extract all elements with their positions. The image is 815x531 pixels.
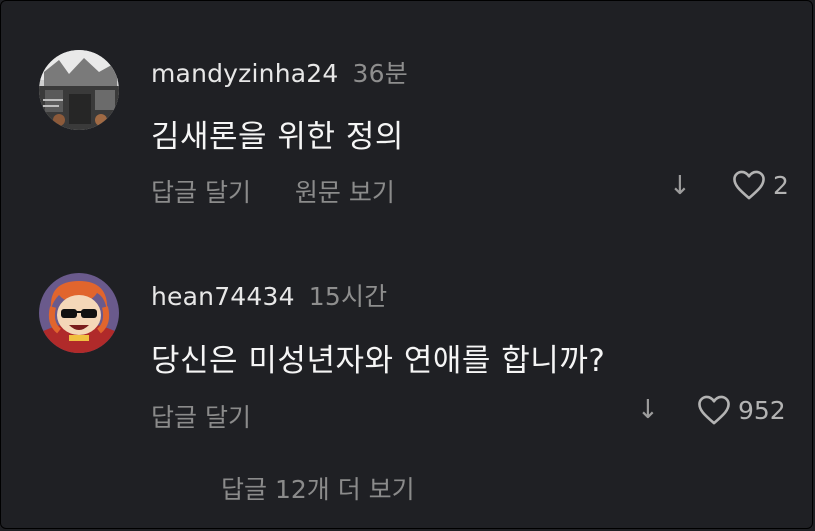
reply-button[interactable]: 답글 달기	[151, 403, 251, 432]
like-button[interactable]: 952	[696, 394, 786, 426]
comment-text: 김새론을 위한 정의	[151, 119, 404, 155]
like-count: 2	[773, 170, 789, 200]
like-button[interactable]: 2	[731, 169, 789, 201]
comment-time: 15시간	[308, 282, 388, 311]
username-text[interactable]: hean74434	[151, 282, 295, 311]
username-text[interactable]: mandyzinha24	[151, 59, 338, 88]
arrow-down-icon[interactable]: ↓	[669, 171, 691, 201]
view-original-button[interactable]: 원문 보기	[295, 178, 395, 207]
view-more-replies-button[interactable]: 답글 12개 더 보기	[221, 470, 415, 506]
avatar[interactable]	[39, 273, 119, 353]
comment-actions: 답글 달기	[151, 398, 287, 434]
comments-panel: mandyzinha24 36분 김새론을 위한 정의 답글 달기 원문 보기 ↓…	[0, 0, 813, 529]
comment-actions: 답글 달기 원문 보기	[151, 173, 431, 209]
arrow-down-icon[interactable]: ↓	[637, 395, 659, 425]
avatar[interactable]	[39, 50, 119, 130]
comment-time: 36분	[352, 59, 408, 88]
reply-button[interactable]: 답글 달기	[151, 178, 251, 207]
heart-icon	[733, 170, 765, 200]
like-count: 952	[738, 395, 786, 425]
heart-icon	[698, 395, 730, 425]
comment-text: 당신은 미성년자와 연애를 합니까?	[151, 343, 606, 379]
comment-username[interactable]: mandyzinha24 36분	[151, 54, 408, 90]
comment-username[interactable]: hean74434 15시간	[151, 277, 387, 313]
